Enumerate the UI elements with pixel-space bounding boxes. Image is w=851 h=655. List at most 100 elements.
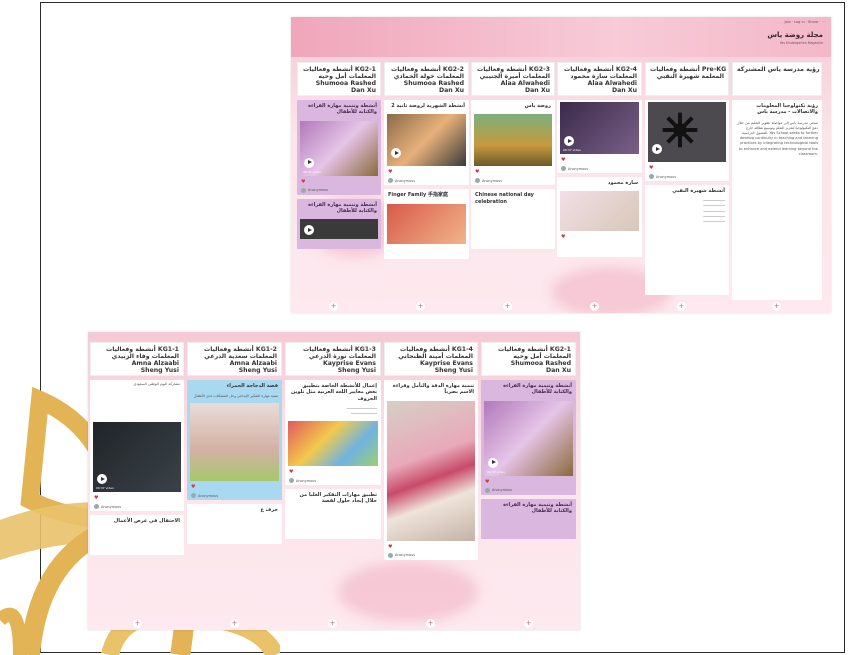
kg21-reading-card-bottom[interactable]: أنشطة وتنمية مهارة القراءة والكتابة للأط…	[481, 380, 576, 495]
post-image: 00:37 video	[560, 102, 639, 154]
add-post-button[interactable]: +	[329, 302, 338, 311]
column-prekg: أنشطة وفعاليات Pre-KG المعلمة شهيرة النق…	[645, 62, 729, 313]
heart-icon[interactable]: ♥	[471, 168, 555, 176]
comment-row: Anonymous	[285, 476, 381, 485]
avatar	[649, 174, 654, 179]
column-kg2-3: أنشطة وفعاليات KG2-3 المعلمات أميرة الجني…	[471, 62, 555, 313]
heart-icon[interactable]: ♥	[384, 543, 478, 551]
kg21-reading-card-bottom-2[interactable]: أنشطة وتنمية مهارة القراءة والكتابة للأط…	[481, 498, 576, 539]
play-icon[interactable]	[564, 136, 574, 146]
kg24-photo-card[interactable]: سارة محمود ♥	[557, 177, 642, 257]
column-kg2-1-bottom: أنشطة وفعاليات KG2-1 المعلمات أمل وحيه Shu…	[481, 342, 576, 627]
heart-icon[interactable]: ♥	[481, 478, 576, 486]
column-header: أنشطة وفعاليات KG1-3 المعلمات نورة الدرعي…	[285, 342, 381, 376]
presentation-slide: Join · Log in · Share · ⋯ مجلة روضة ياس …	[0, 0, 851, 655]
column-kg1-2: أنشطة وفعاليات KG1-2 المعلمات سعدية الدرع…	[187, 342, 282, 627]
column-header: أنشطة وفعاليات Pre-KG المعلمة شهيرة النق…	[645, 62, 729, 96]
kg22-video-card[interactable]: أنشطة الشهرية لروضة ثانية 2 ♥ Anonymous	[384, 100, 469, 186]
board-subtitle: Yas Kindergarten Magazine	[779, 41, 823, 45]
post-image	[560, 191, 639, 232]
comment-row: Anonymous	[384, 551, 478, 560]
post-image	[387, 114, 466, 167]
add-post-button[interactable]: +	[677, 302, 686, 311]
kg23-photo-card[interactable]: روضة ياس ♥ Anonymous	[471, 100, 555, 186]
heart-icon[interactable]: ♥	[285, 468, 381, 476]
post-image	[387, 203, 466, 244]
kg23-chinese-card[interactable]: Chinese national day celebration	[471, 189, 555, 250]
post-image	[190, 403, 279, 482]
play-icon[interactable]	[97, 474, 107, 484]
play-icon[interactable]	[304, 225, 314, 235]
column-header: أنشطة وفعاليات KG2-2 المعلمات خولة الحماد…	[384, 62, 469, 96]
kg12-red-hen-card[interactable]: قصة الدجاجة الحمراء تنمية مهارة التفكير …	[187, 380, 282, 501]
add-post-button[interactable]: +	[230, 619, 239, 628]
column-header: أنشطة وفعاليات KG2-1 المعلمات أمل وحيه Shu…	[481, 342, 576, 376]
add-post-button[interactable]: +	[590, 302, 599, 311]
column-kg2-4: أنشطة وفعاليات KG2-4 المعلمات سارة محمود A…	[557, 62, 642, 313]
topbar-actions[interactable]: Join · Log in · Share · ⋯	[784, 20, 825, 24]
heart-icon[interactable]: ♥	[90, 494, 184, 502]
column-kg1-4: أنشطة وفعاليات KG1-4 المعلمات أمينة الظنح…	[384, 342, 478, 627]
column-header: أنشطة وفعاليات KG1-2 المعلمات سعدية الدرع…	[187, 342, 282, 376]
post-image	[474, 114, 552, 167]
column-header: أنشطة وفعاليات KG2-3 المعلمات أميرة الجني…	[471, 62, 555, 96]
column-header: أنشطة وفعاليات KG2-4 المعلمات سارة محمود A…	[557, 62, 642, 96]
add-post-button[interactable]: +	[772, 302, 781, 311]
comment-row: Anonymous	[471, 176, 555, 185]
add-post-button[interactable]: +	[133, 619, 142, 628]
column-kg1-3: أنشطة وفعاليات KG1-3 المعلمات نورة الدرعي…	[285, 342, 381, 627]
comment-row: Anonymous	[297, 186, 381, 195]
comment-row: Anonymous	[481, 486, 576, 495]
prekg-text-card[interactable]: أنشطة شهيرة النقبي ────────── ────────── ─…	[645, 185, 729, 295]
comment-row: Anonymous	[90, 502, 184, 511]
kg13-card-2[interactable]: تطبيق مهارات التفكير العليا من خلال إيجا…	[285, 489, 381, 540]
post-image: 00:37 video	[484, 400, 573, 476]
padlet-screenshot-bottom: أنشطة وفعاليات KG1-1 المعلمات وفاء الزبيد…	[88, 332, 580, 630]
column-header: أنشطة وفعاليات KG1-1 المعلمات وفاء الزبيد…	[90, 342, 184, 376]
kg21-reading-card[interactable]: أنشطة وتنمية مهارة القراءة والكتابة للأط…	[297, 100, 381, 195]
heart-icon[interactable]: ♥	[187, 483, 282, 491]
heart-icon[interactable]: ♥	[645, 164, 729, 172]
post-image	[387, 400, 475, 541]
vision-card[interactable]: رؤية تكنولوجيا المعلومات والاتصالات - مد…	[732, 100, 822, 300]
kg14-accuracy-card[interactable]: تنمية مهارة الدقة والتأمل وقراءة الاسم ب…	[384, 380, 478, 560]
kg11-saudi-day-card[interactable]: مشاركة اليوم الوطني السعودي 00:37 video …	[90, 380, 184, 511]
heart-icon[interactable]: ♥	[297, 178, 381, 186]
kg24-video-card[interactable]: 00:37 video ♥ Anonymous	[557, 100, 642, 173]
heart-icon[interactable]: ♥	[557, 233, 642, 241]
kg21-reading-card-2[interactable]: أنشطة وتنمية مهارة القراءة والكتابة للأط…	[297, 198, 381, 249]
kg13-arabic-card[interactable]: إعمال للأنشطة الخاصة بتطبيق بعض معايير ا…	[285, 380, 381, 486]
heart-icon[interactable]: ♥	[557, 156, 642, 164]
kg11-card-2[interactable]: الاحتفال في عرض الأعمال	[90, 515, 184, 555]
play-icon[interactable]	[652, 144, 662, 154]
heart-icon[interactable]: ♥	[384, 168, 469, 176]
column-kg2-2: أنشطة وفعاليات KG2-2 المعلمات خولة الحماد…	[384, 62, 469, 313]
column-yas-vision: رؤية مدرسة ياس المشتركة رؤية تكنولوجيا ا…	[732, 62, 822, 313]
comment-row: Anonymous	[187, 491, 282, 500]
kg22-finger-card[interactable]: Finger Family 手指家庭	[384, 189, 469, 260]
kg12-card-2[interactable]: حرف ع	[187, 504, 282, 545]
play-icon[interactable]	[488, 457, 498, 468]
post-image	[300, 219, 378, 239]
column-kg2-1: أنشطة وفعاليات KG2-1 المعلمات أمل وحيه Shu…	[297, 62, 381, 313]
post-image: 00:37 video	[300, 120, 378, 176]
add-post-button[interactable]: +	[524, 619, 533, 628]
column-kg1-1: أنشطة وفعاليات KG1-1 المعلمات وفاء الزبيد…	[90, 342, 184, 627]
comment-row: Anonymous	[645, 172, 729, 181]
column-header: رؤية مدرسة ياس المشتركة	[732, 62, 822, 96]
play-icon[interactable]	[391, 148, 401, 159]
add-post-button[interactable]: +	[503, 302, 512, 311]
comment-row: Anonymous	[384, 176, 469, 185]
add-post-button[interactable]: +	[426, 619, 435, 628]
flower-graphic	[662, 112, 698, 148]
board-header: Join · Log in · Share · ⋯ مجلة روضة ياس …	[291, 17, 831, 57]
prekg-video-card[interactable]: ♥ Anonymous	[645, 100, 729, 181]
post-image: 00:37 video	[93, 422, 181, 492]
padlet-screenshot-top: Join · Log in · Share · ⋯ مجلة روضة ياس …	[291, 17, 831, 313]
post-image	[648, 102, 726, 162]
post-image	[288, 421, 378, 467]
play-icon[interactable]	[304, 157, 314, 168]
add-post-button[interactable]: +	[416, 302, 425, 311]
add-post-button[interactable]: +	[328, 619, 337, 628]
column-header: أنشطة وفعاليات KG2-1 المعلمات أمل وحيه Shu…	[297, 62, 381, 96]
